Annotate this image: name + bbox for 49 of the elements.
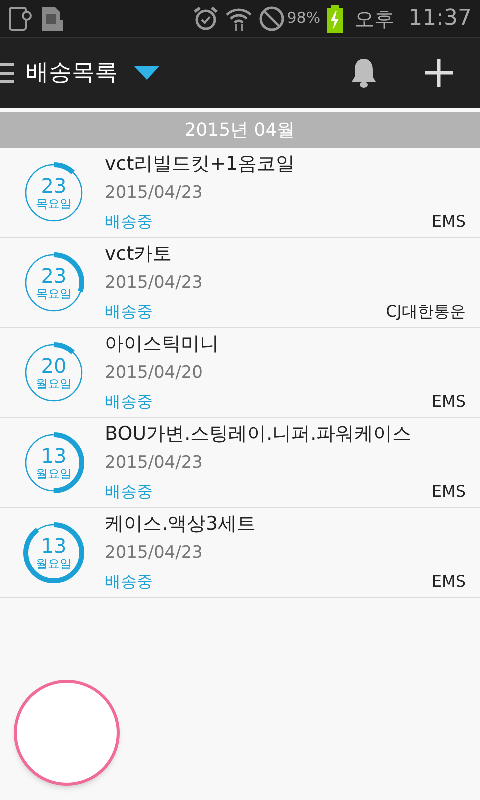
item-name: 케이스.액상3세트	[105, 512, 258, 537]
delivery-status: 배송중	[105, 301, 153, 323]
clock: 11:37	[408, 5, 472, 33]
order-row[interactable]: 20 월요일 아이스틱미니 2015/04/20 배송중 EMS	[0, 328, 480, 418]
weekday: 목요일	[36, 288, 72, 300]
alarm-clock-icon	[193, 6, 220, 32]
dropdown-triangle-icon[interactable]	[134, 66, 160, 80]
item-name: vct리빌드킷+1옴코일	[105, 152, 296, 177]
order-date: 2015/04/23	[105, 452, 204, 475]
delivery-status: 배송중	[105, 571, 153, 593]
item-name: BOU가변.스팅레이.니퍼.파워케이스	[105, 422, 413, 447]
tablet-gear-icon	[8, 6, 34, 32]
order-row[interactable]: 23 목요일 vct리빌드킷+1옴코일 2015/04/23 배송중 EMS	[0, 148, 480, 238]
carrier: EMS	[432, 211, 466, 233]
carrier: CJ대한통운	[386, 301, 466, 323]
order-date: 2015/04/23	[105, 182, 204, 205]
battery-charging-icon	[326, 4, 343, 32]
weekday: 월요일	[36, 378, 72, 390]
item-name: 아이스틱미니	[105, 332, 220, 357]
day-number: 23	[41, 266, 67, 286]
day-number: 20	[41, 356, 67, 376]
month-header: 2015년 04월	[0, 112, 480, 148]
blocked-icon	[259, 6, 286, 32]
menu-icon[interactable]	[0, 63, 16, 83]
weekday: 월요일	[36, 468, 72, 480]
delivery-status: 배송중	[105, 391, 153, 413]
sim-card-icon	[40, 6, 64, 32]
item-name: vct카토	[105, 242, 174, 267]
order-date: 2015/04/20	[105, 362, 204, 385]
order-date: 2015/04/23	[105, 272, 204, 295]
order-row[interactable]: 23 목요일 vct카토 2015/04/23 배송중 CJ대한통운	[0, 238, 480, 328]
progress-ring	[22, 520, 86, 584]
screen-title: 배송목록	[26, 58, 118, 88]
day-number: 23	[41, 176, 67, 196]
am-pm: 오후	[354, 6, 395, 32]
carrier: EMS	[432, 391, 466, 413]
add-icon[interactable]	[424, 58, 454, 88]
order-row[interactable]: 13 월요일 BOU가변.스팅레이.니퍼.파워케이스 2015/04/23 배송중 EMS	[0, 418, 480, 508]
battery-percent: 98%	[287, 8, 321, 30]
order-date: 2015/04/23	[105, 542, 204, 565]
day-number: 13	[41, 536, 67, 556]
order-row[interactable]: 13 월요일 케이스.액상3세트 2015/04/23 배송중 EMS	[0, 508, 480, 598]
delivery-status: 배송중	[105, 481, 153, 503]
weekday: 월요일	[36, 558, 72, 570]
weekday: 목요일	[36, 198, 72, 210]
carrier: EMS	[432, 571, 466, 593]
day-number: 13	[41, 446, 67, 466]
carrier: EMS	[432, 481, 466, 503]
delivery-status: 배송중	[105, 211, 153, 233]
